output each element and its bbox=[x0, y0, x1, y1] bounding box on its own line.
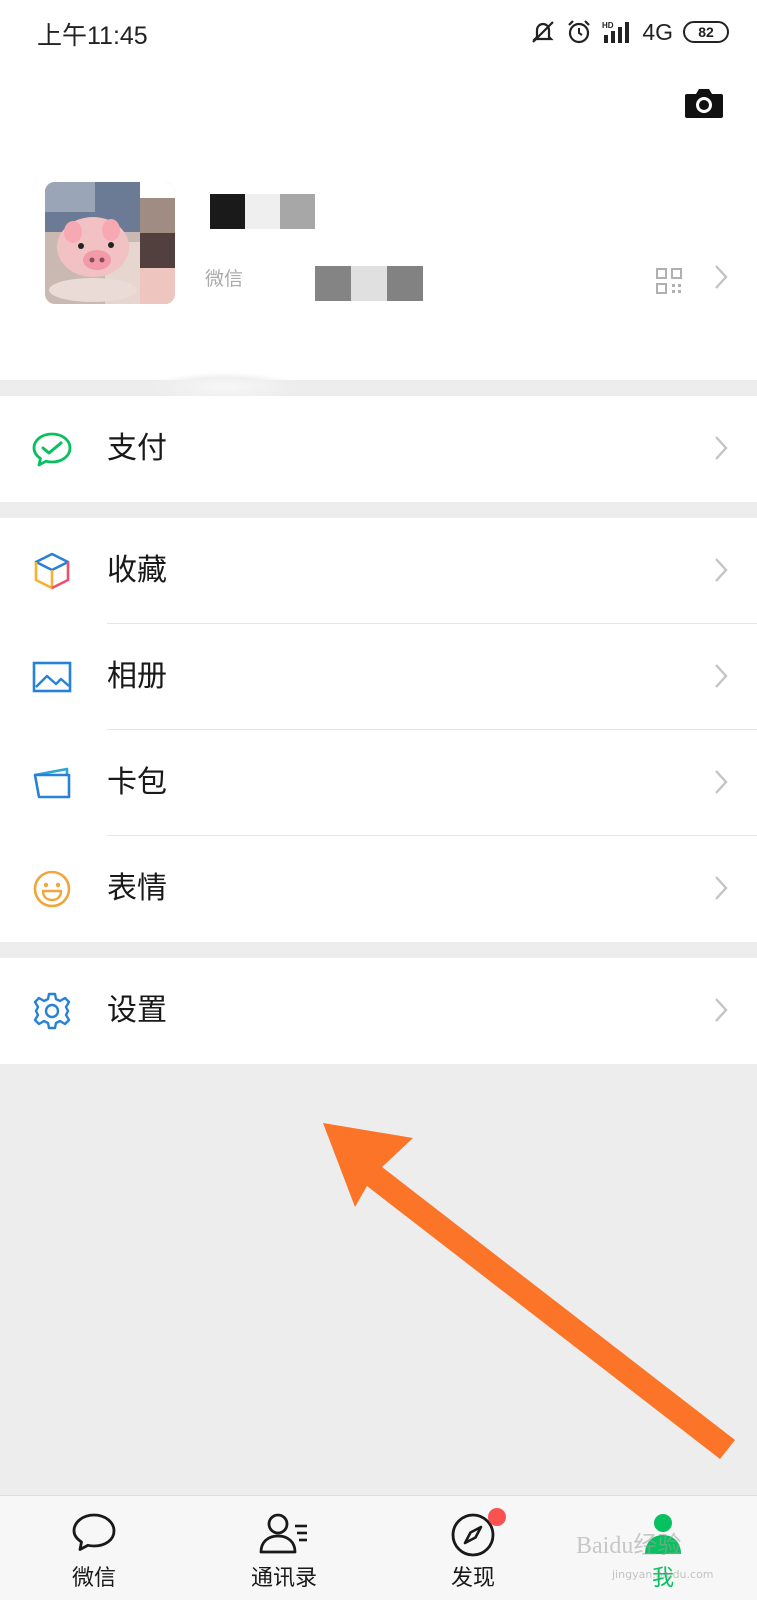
status-bar: 上午11:45 HD 4G 82 bbox=[0, 0, 757, 64]
chevron-right-icon bbox=[715, 436, 728, 460]
menu-label-stickers: 表情 bbox=[107, 871, 167, 906]
mute-icon bbox=[532, 21, 555, 43]
menu-group-main: 收藏 相册 卡包 表情 bbox=[0, 518, 757, 942]
tab-contacts[interactable]: 通讯录 bbox=[224, 1496, 344, 1600]
menu-label-pay: 支付 bbox=[107, 431, 167, 466]
menu-label-cards: 卡包 bbox=[107, 765, 167, 800]
notification-badge bbox=[488, 1508, 506, 1526]
svg-text:HD: HD bbox=[602, 21, 614, 30]
profile-header[interactable]: 微信 bbox=[0, 64, 757, 380]
battery-indicator: 82 bbox=[683, 21, 729, 43]
watermark: Baidu经验 bbox=[576, 1533, 682, 1559]
gear-icon bbox=[33, 992, 71, 1030]
status-time: 上午11:45 bbox=[37, 22, 148, 50]
nickname-redacted bbox=[210, 194, 315, 229]
redaction-block bbox=[387, 266, 423, 301]
menu-item-favorites[interactable]: 收藏 bbox=[0, 518, 757, 624]
redaction-block bbox=[351, 266, 387, 301]
cube-icon bbox=[34, 552, 70, 590]
camera-icon[interactable] bbox=[684, 86, 724, 120]
redaction-block bbox=[280, 194, 315, 229]
alarm-icon bbox=[568, 20, 591, 44]
tab-chats[interactable]: 微信 bbox=[34, 1496, 154, 1600]
wechat-id-redacted bbox=[315, 266, 423, 301]
tab-label-contacts: 通讯录 bbox=[250, 1566, 317, 1591]
chevron-right-icon bbox=[715, 770, 728, 794]
chevron-right-icon bbox=[715, 664, 728, 688]
redaction-block bbox=[210, 194, 245, 229]
tab-label-discover: 发现 bbox=[450, 1566, 495, 1591]
hd-signal-icon: HD bbox=[602, 21, 630, 43]
menu-group-pay: 支付 bbox=[0, 396, 757, 502]
redaction-block bbox=[315, 266, 351, 301]
qr-code-icon[interactable] bbox=[656, 268, 682, 294]
card-icon bbox=[33, 767, 71, 799]
menu-item-album[interactable]: 相册 bbox=[0, 624, 757, 730]
smiley-icon bbox=[33, 870, 71, 908]
status-icons: HD 4G 82 bbox=[530, 16, 729, 48]
menu-item-pay[interactable]: 支付 bbox=[0, 396, 757, 502]
menu-item-settings[interactable]: 设置 bbox=[0, 958, 757, 1064]
menu-item-stickers[interactable]: 表情 bbox=[0, 836, 757, 942]
menu-group-settings: 设置 bbox=[0, 958, 757, 1064]
redaction-block bbox=[245, 194, 280, 229]
battery-level: 82 bbox=[698, 24, 714, 40]
menu-label-album: 相册 bbox=[107, 659, 167, 694]
wechat-id-label: 微信 bbox=[205, 268, 244, 290]
menu-item-cards[interactable]: 卡包 bbox=[0, 730, 757, 836]
tab-label-chats: 微信 bbox=[71, 1566, 116, 1591]
wechat-pay-icon bbox=[32, 432, 72, 467]
picture-icon bbox=[32, 661, 72, 693]
network-type: 4G bbox=[642, 18, 673, 45]
chat-bubble-icon bbox=[72, 1513, 116, 1551]
tab-discover[interactable]: 发现 bbox=[413, 1496, 533, 1600]
menu-label-settings: 设置 bbox=[107, 993, 167, 1028]
watermark-url: jingyan.baidu.com bbox=[612, 1568, 714, 1581]
menu-label-favorites: 收藏 bbox=[107, 553, 167, 588]
chevron-right-icon bbox=[715, 876, 728, 900]
chevron-right-icon bbox=[715, 558, 728, 582]
contacts-icon bbox=[259, 1513, 307, 1554]
chevron-right-icon bbox=[715, 265, 728, 289]
chevron-right-icon bbox=[715, 998, 728, 1022]
avatar[interactable] bbox=[45, 182, 175, 304]
